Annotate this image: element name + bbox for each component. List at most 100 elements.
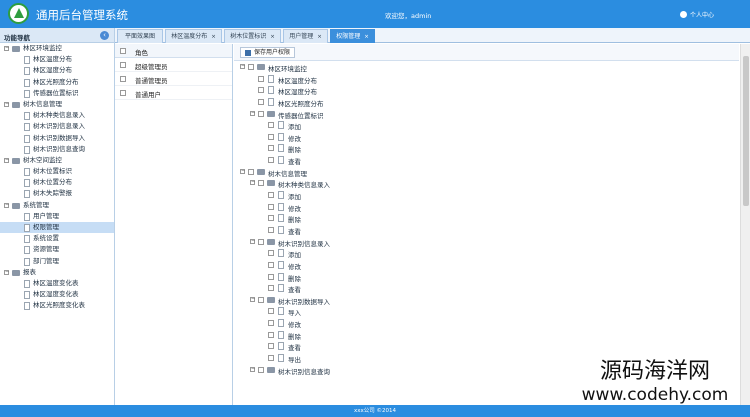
permission-node[interactable]: 导入 — [234, 305, 739, 317]
expand-toggle-icon[interactable]: − — [4, 269, 9, 275]
expand-toggle-icon[interactable]: − — [250, 366, 255, 372]
permission-node[interactable]: 查看 — [234, 340, 739, 352]
permission-checkbox[interactable] — [268, 331, 274, 338]
permission-checkbox[interactable] — [268, 273, 274, 280]
role-row[interactable]: 超级管理员 — [115, 58, 232, 72]
sidebar-group[interactable]: − 林区环境监控 — [0, 43, 114, 54]
sidebar-item[interactable]: 林区温度变化表 — [0, 278, 114, 289]
permission-node[interactable]: 添加 — [234, 119, 739, 131]
permission-checkbox[interactable] — [268, 122, 274, 129]
expand-toggle-icon[interactable]: − — [4, 157, 9, 163]
permission-node[interactable]: 删除 — [234, 271, 739, 283]
expand-toggle-icon[interactable]: − — [4, 101, 9, 107]
permission-checkbox[interactable] — [258, 87, 264, 94]
permission-checkbox[interactable] — [248, 168, 254, 175]
permission-node[interactable]: 删除 — [234, 142, 739, 154]
permission-checkbox[interactable] — [258, 98, 264, 105]
permission-node[interactable]: 修改 — [234, 131, 739, 143]
role-row[interactable]: 普通用户 — [115, 86, 232, 100]
save-permissions-button[interactable]: 保存用户权限 — [240, 47, 296, 58]
expand-toggle-icon[interactable]: − — [4, 46, 9, 51]
sidebar-item[interactable]: 资源管理 — [0, 244, 114, 255]
permission-node[interactable]: − 林区环境监控 — [234, 61, 739, 73]
sidebar-item[interactable]: 树木识别信息录入 — [0, 121, 114, 132]
sidebar-group[interactable]: − 报表 — [0, 267, 114, 278]
expand-toggle-icon[interactable]: − — [240, 64, 245, 69]
permission-node[interactable]: 查看 — [234, 154, 739, 166]
sidebar-item[interactable]: 林区光照度分布 — [0, 77, 114, 88]
permission-node[interactable]: − 树木种类信息录入 — [234, 177, 739, 189]
permission-checkbox[interactable] — [268, 145, 274, 152]
permission-checkbox[interactable] — [268, 250, 274, 257]
permission-checkbox[interactable] — [268, 355, 274, 362]
close-tab-icon[interactable]: × — [364, 34, 369, 40]
role-checkbox[interactable] — [120, 76, 126, 82]
permission-node[interactable]: 林区湿度分布 — [234, 84, 739, 96]
permission-node[interactable]: 修改 — [234, 201, 739, 213]
permission-checkbox[interactable] — [268, 133, 274, 140]
permission-node[interactable]: 添加 — [234, 189, 739, 201]
permission-node[interactable]: 查看 — [234, 224, 739, 236]
role-checkbox[interactable] — [120, 62, 126, 68]
expand-toggle-icon[interactable]: − — [250, 296, 255, 302]
close-tab-icon[interactable]: × — [211, 34, 216, 40]
permission-node[interactable]: 查看 — [234, 282, 739, 294]
vertical-scrollbar[interactable] — [740, 44, 750, 405]
sidebar-item[interactable]: 系统设置 — [0, 233, 114, 244]
permission-checkbox[interactable] — [268, 203, 274, 210]
permission-checkbox[interactable] — [268, 157, 274, 164]
permission-node[interactable]: − 树木信息管理 — [234, 166, 739, 178]
user-center-menu[interactable]: 个人中心 — [680, 10, 714, 19]
sidebar-item[interactable]: 用户管理 — [0, 211, 114, 222]
expand-toggle-icon[interactable]: − — [240, 168, 245, 174]
permission-checkbox[interactable] — [268, 226, 274, 233]
permission-checkbox[interactable] — [258, 238, 264, 245]
sidebar-item[interactable]: 树木种类信息录入 — [0, 110, 114, 121]
sidebar-item[interactable]: 树木识别信息查询 — [0, 144, 114, 155]
sidebar-item[interactable]: 林区温度分布 — [0, 54, 114, 65]
tab-item[interactable]: 用户管理 × — [283, 29, 328, 43]
sidebar-item[interactable]: 权限管理 — [0, 222, 114, 234]
permission-node[interactable]: 林区光照度分布 — [234, 96, 739, 108]
permission-checkbox[interactable] — [258, 75, 264, 82]
close-tab-icon[interactable]: × — [317, 34, 322, 40]
role-row[interactable]: 普通管理员 — [115, 72, 232, 86]
permission-node[interactable]: 删除 — [234, 329, 739, 341]
sidebar-item[interactable]: 树木位置标识 — [0, 166, 114, 177]
permission-checkbox[interactable] — [258, 110, 264, 117]
sidebar-item[interactable]: 树木位置分布 — [0, 177, 114, 188]
expand-toggle-icon[interactable]: − — [250, 110, 255, 116]
permission-checkbox[interactable] — [258, 366, 264, 373]
expand-toggle-icon[interactable]: − — [250, 180, 255, 186]
tab-item[interactable]: 平面效果图 — [117, 29, 163, 43]
sidebar-item[interactable]: 传感器位置标识 — [0, 88, 114, 99]
permission-checkbox[interactable] — [268, 192, 274, 199]
expand-toggle-icon[interactable]: − — [250, 238, 255, 244]
permission-checkbox[interactable] — [268, 320, 274, 327]
role-checkbox[interactable] — [120, 90, 126, 96]
sidebar-item[interactable]: 林区湿度分布 — [0, 65, 114, 76]
permission-node[interactable]: 修改 — [234, 259, 739, 271]
tab-item[interactable]: 林区温度分布 × — [165, 29, 222, 43]
permission-node[interactable]: − 传感器位置标识 — [234, 108, 739, 120]
permission-checkbox[interactable] — [258, 180, 264, 187]
select-all-roles-checkbox[interactable] — [120, 48, 126, 54]
permission-node[interactable]: 删除 — [234, 212, 739, 224]
permission-checkbox[interactable] — [268, 285, 274, 292]
close-tab-icon[interactable]: × — [270, 34, 275, 40]
sidebar-group[interactable]: − 系统管理 — [0, 200, 114, 211]
sidebar-item[interactable]: 部门管理 — [0, 256, 114, 267]
expand-toggle-icon[interactable]: − — [4, 202, 9, 208]
permission-checkbox[interactable] — [248, 64, 254, 70]
sidebar-item[interactable]: 林区湿度变化表 — [0, 289, 114, 300]
tab-item[interactable]: 权限管理 × — [330, 29, 375, 43]
permission-node[interactable]: 添加 — [234, 247, 739, 259]
sidebar-group[interactable]: − 树木信息管理 — [0, 99, 114, 110]
sidebar-group[interactable]: − 树木空间监控 — [0, 155, 114, 166]
sidebar-item[interactable]: 树木识别数据导入 — [0, 133, 114, 144]
tab-item[interactable]: 树木位置标识 × — [224, 29, 281, 43]
permission-checkbox[interactable] — [268, 308, 274, 315]
permission-node[interactable]: − 树木识别信息录入 — [234, 236, 739, 248]
permission-node[interactable]: − 树木识别数据导入 — [234, 294, 739, 306]
permission-checkbox[interactable] — [268, 215, 274, 222]
